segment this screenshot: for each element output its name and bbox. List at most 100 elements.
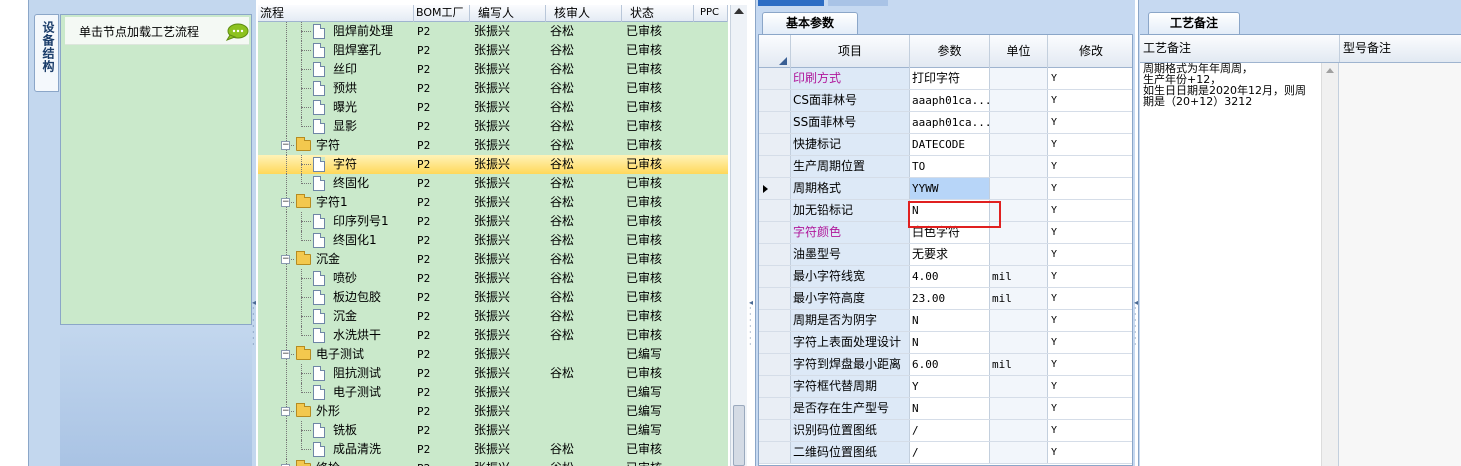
param-row[interactable]: 最小字符线宽 4.00 mil Y xyxy=(759,266,1132,288)
row-indicator[interactable] xyxy=(759,266,791,287)
param-modify-cell[interactable]: Y xyxy=(1048,178,1132,199)
craft-notes-textarea[interactable]: 周期格式为年年周周， 生产年份+12， 如生日日期是2020年12月，则周 期是… xyxy=(1140,63,1339,466)
tree-node[interactable]: 电子测试 xyxy=(258,383,414,402)
param-value-cell[interactable]: aaaph01ca... xyxy=(910,90,990,111)
param-row[interactable]: 字符框代替周期 Y Y xyxy=(759,376,1132,398)
tree-row[interactable]: 印序列号1 P2 张振兴 谷松 已审核 xyxy=(258,212,728,231)
scroll-up-arrow-icon[interactable] xyxy=(1326,68,1334,73)
tree-node[interactable]: 板边包胶 xyxy=(258,288,414,307)
tree-node[interactable]: 成品清洗 xyxy=(258,440,414,459)
tree-node[interactable]: 终固化 xyxy=(258,174,414,193)
upper-tab-inactive[interactable] xyxy=(828,0,888,6)
tree-node[interactable]: 水洗烘干 xyxy=(258,326,414,345)
tree-node[interactable]: −终检 xyxy=(258,459,414,466)
param-row[interactable]: 周期格式 YYWW Y xyxy=(759,178,1132,200)
param-value-cell[interactable]: Y xyxy=(910,376,990,397)
row-indicator[interactable] xyxy=(759,354,791,375)
tree-node[interactable]: 喷砂 xyxy=(258,269,414,288)
param-row[interactable]: CS面菲林号 aaaph01ca... Y xyxy=(759,90,1132,112)
param-value-cell[interactable]: N xyxy=(910,310,990,331)
param-value-cell[interactable]: 4.00 xyxy=(910,266,990,287)
row-indicator[interactable] xyxy=(759,332,791,353)
tab-basic-params[interactable]: 基本参数 xyxy=(762,12,858,34)
tree-row[interactable]: 显影 P2 张振兴 谷松 已审核 xyxy=(258,117,728,136)
param-row[interactable]: 字符上表面处理设计 N Y xyxy=(759,332,1132,354)
tree-row[interactable]: 沉金 P2 张振兴 谷松 已审核 xyxy=(258,307,728,326)
tree-vertical-scrollbar[interactable] xyxy=(730,5,747,466)
param-value-cell[interactable]: N xyxy=(910,332,990,353)
param-value-cell[interactable]: 6.00 xyxy=(910,354,990,375)
param-modify-cell[interactable]: Y xyxy=(1048,376,1132,397)
column-header-checker[interactable]: 核审人 xyxy=(546,5,622,22)
param-value-cell[interactable]: 打印字符 xyxy=(910,68,990,89)
param-modify-cell[interactable]: Y xyxy=(1048,398,1132,419)
param-modify-cell[interactable]: Y xyxy=(1048,222,1132,243)
param-modify-cell[interactable]: Y xyxy=(1048,354,1132,375)
tree-row[interactable]: − 沉金 P2 张振兴 谷松 已审核 xyxy=(258,250,728,269)
param-row[interactable]: 印刷方式 打印字符 Y xyxy=(759,68,1132,90)
row-indicator[interactable] xyxy=(759,420,791,441)
tree-row[interactable]: 丝印 P2 张振兴 谷松 已审核 xyxy=(258,60,728,79)
param-value-cell[interactable]: N xyxy=(910,398,990,419)
model-notes-area[interactable] xyxy=(1340,63,1461,466)
tree-node[interactable]: 曝光 xyxy=(258,98,414,117)
tree-row[interactable]: 终固化 P2 张振兴 谷松 已审核 xyxy=(258,174,728,193)
tree-row[interactable]: 阻焊前处理 P2 张振兴 谷松 已审核 xyxy=(258,22,728,41)
tree-row[interactable]: 水洗烘干 P2 张振兴 谷松 已审核 xyxy=(258,326,728,345)
param-value-cell[interactable]: 无要求 xyxy=(910,244,990,265)
param-value-cell[interactable]: / xyxy=(910,442,990,463)
param-row[interactable]: 周期是否为阴字 N Y xyxy=(759,310,1132,332)
column-header-ppc[interactable]: PPC xyxy=(694,5,728,22)
row-indicator[interactable] xyxy=(759,200,791,221)
param-modify-cell[interactable]: Y xyxy=(1048,90,1132,111)
collapse-icon[interactable]: − xyxy=(281,198,290,207)
tree-row[interactable]: −终检P2张振兴谷松已审核 xyxy=(258,459,728,466)
tree-row[interactable]: − 电子测试 P2 张振兴 已编写 xyxy=(258,345,728,364)
param-row[interactable]: 最小字符高度 23.00 mil Y xyxy=(759,288,1132,310)
column-header-modify[interactable]: 修改 xyxy=(1048,35,1132,68)
tree-node[interactable]: − 沉金 xyxy=(258,250,414,269)
tree-node[interactable]: 字符 xyxy=(258,155,414,174)
tree-row[interactable]: 阻抗测试 P2 张振兴 谷松 已审核 xyxy=(258,364,728,383)
tree-node[interactable]: 印序列号1 xyxy=(258,212,414,231)
tree-node[interactable]: 阻抗测试 xyxy=(258,364,414,383)
row-indicator[interactable] xyxy=(759,68,791,89)
tree-row[interactable]: 铣板 P2 张振兴 已编写 xyxy=(258,421,728,440)
column-header-bom[interactable]: BOM工厂 xyxy=(414,5,470,22)
tree-node[interactable]: − 电子测试 xyxy=(258,345,414,364)
tree-row[interactable]: − 外形 P2 张振兴 已编写 xyxy=(258,402,728,421)
param-row[interactable]: 识别码位置图纸 / Y xyxy=(759,420,1132,442)
param-row[interactable]: 二维码位置图纸 / Y xyxy=(759,442,1132,464)
param-modify-cell[interactable]: Y xyxy=(1048,134,1132,155)
param-modify-cell[interactable]: Y xyxy=(1048,266,1132,287)
tree-node[interactable]: 终固化1 xyxy=(258,231,414,250)
collapse-icon[interactable]: − xyxy=(281,255,290,264)
param-modify-cell[interactable]: Y xyxy=(1048,442,1132,463)
load-process-hint[interactable]: 单击节点加载工艺流程 xyxy=(65,17,249,45)
tree-row[interactable]: 板边包胶 P2 张振兴 谷松 已审核 xyxy=(258,288,728,307)
column-header-unit[interactable]: 单位 xyxy=(990,35,1048,68)
row-indicator[interactable] xyxy=(759,134,791,155)
param-value-cell[interactable]: YYWW xyxy=(910,178,990,199)
collapse-icon[interactable]: − xyxy=(281,407,290,416)
param-value-cell[interactable]: 23.00 xyxy=(910,288,990,309)
param-row[interactable]: 是否存在生产型号 N Y xyxy=(759,398,1132,420)
row-indicator[interactable] xyxy=(759,244,791,265)
column-header-model-notes[interactable]: 型号备注 xyxy=(1340,35,1461,62)
craft-notes-scrollbar[interactable] xyxy=(1321,63,1338,466)
tree-row[interactable]: 喷砂 P2 张振兴 谷松 已审核 xyxy=(258,269,728,288)
tree-node[interactable]: − 字符1 xyxy=(258,193,414,212)
param-modify-cell[interactable]: Y xyxy=(1048,310,1132,331)
param-value-cell[interactable]: DATECODE xyxy=(910,134,990,155)
param-row[interactable]: 生产周期位置 TO Y xyxy=(759,156,1132,178)
row-indicator[interactable] xyxy=(759,288,791,309)
tree-node[interactable]: − 字符 xyxy=(258,136,414,155)
tree-row[interactable]: − 字符 P2 张振兴 谷松 已审核 xyxy=(258,136,728,155)
param-modify-cell[interactable]: Y xyxy=(1048,200,1132,221)
row-indicator[interactable] xyxy=(759,398,791,419)
tree-node[interactable]: 铣板 xyxy=(258,421,414,440)
column-header-value[interactable]: 参数 xyxy=(910,35,990,68)
scroll-thumb[interactable] xyxy=(733,405,745,466)
column-header-writer[interactable]: 编写人 xyxy=(470,5,546,22)
collapse-icon[interactable]: − xyxy=(281,350,290,359)
